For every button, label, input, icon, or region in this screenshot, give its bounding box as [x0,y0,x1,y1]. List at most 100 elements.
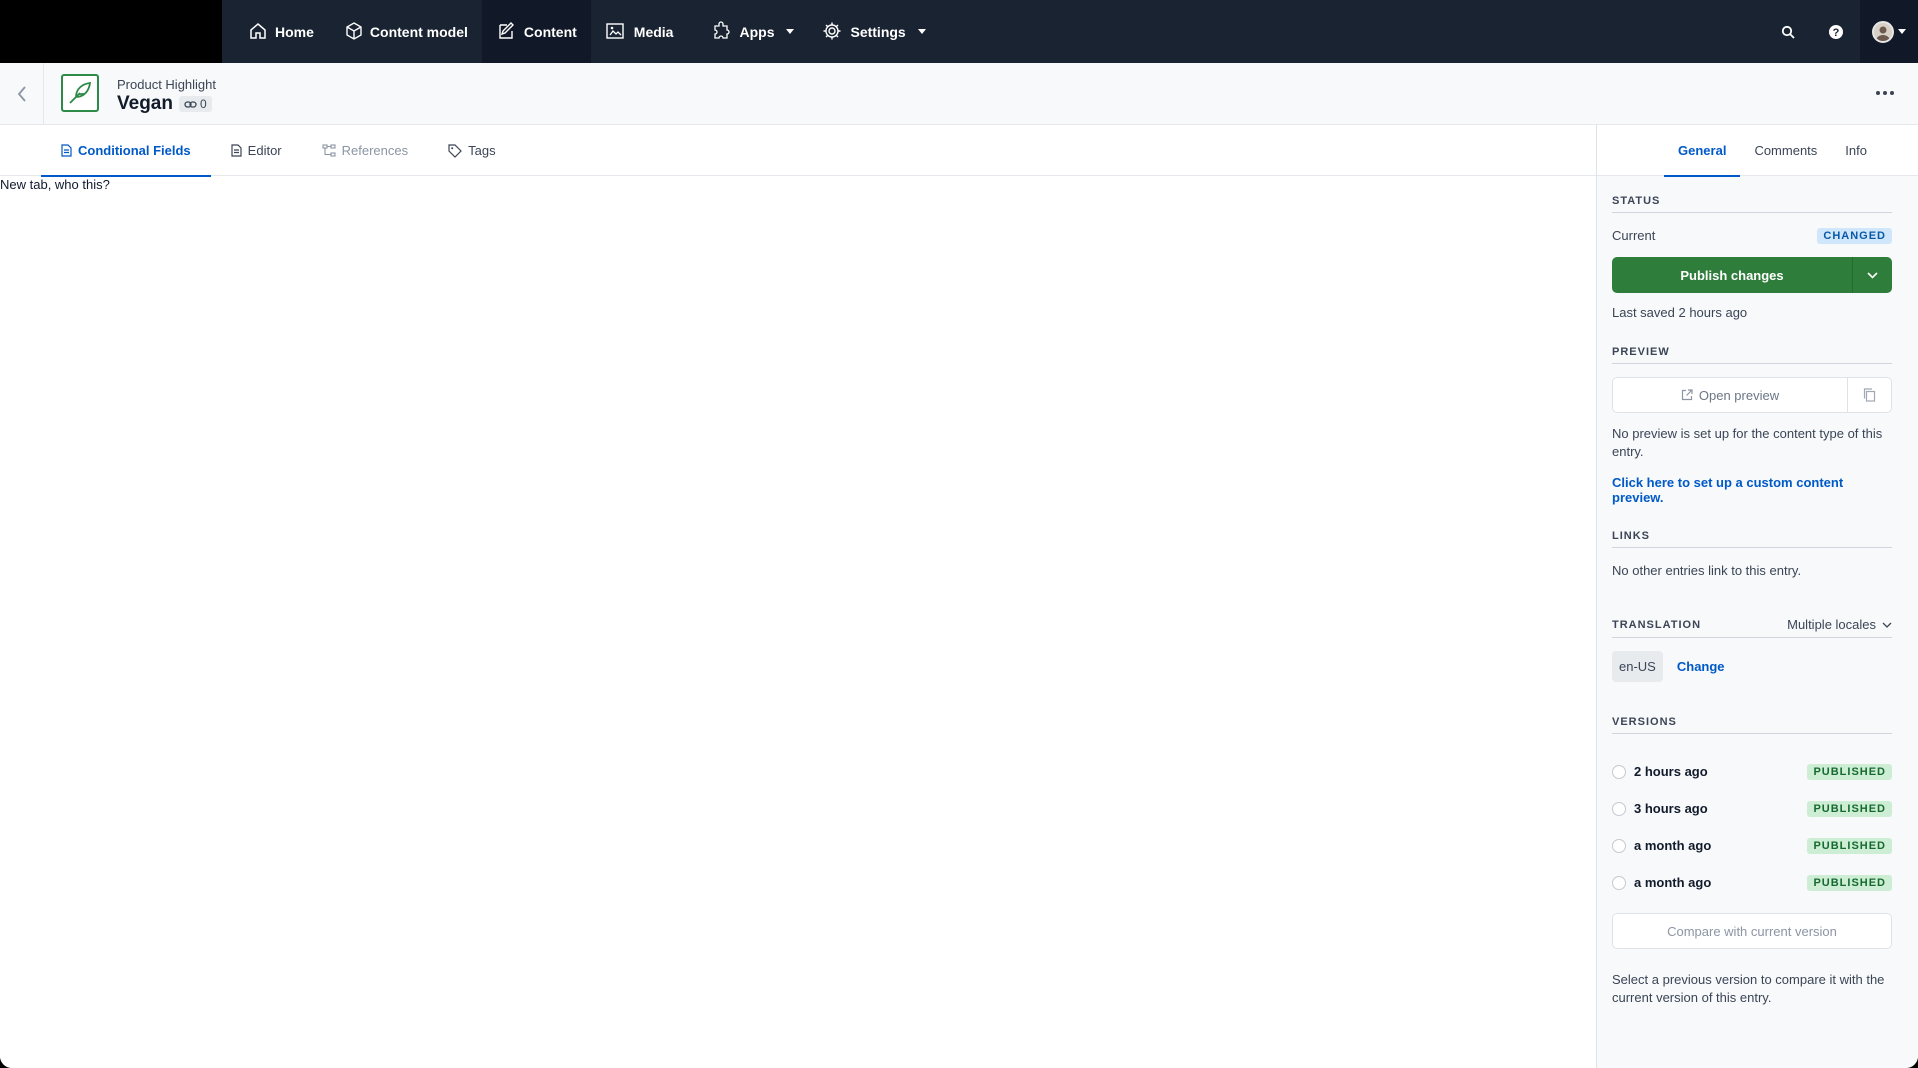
nav-content-model[interactable]: Content model [328,0,482,63]
account-menu-button[interactable] [1860,0,1918,63]
versions-list: 2 hours ago PUBLISHED 3 hours ago PUBLIS… [1612,753,1892,901]
publish-button[interactable]: Publish changes [1612,257,1892,293]
open-preview-button[interactable]: Open preview [1613,378,1848,412]
top-navigation: Home Content model Content Media Apps Se… [0,0,1918,63]
version-radio[interactable] [1612,875,1626,890]
locale-mode-select[interactable]: Multiple locales [1787,617,1892,632]
document-icon [61,144,72,157]
tab-tags[interactable]: Tags [428,125,515,176]
version-label: 2 hours ago [1634,764,1708,779]
back-button[interactable] [0,63,44,125]
setup-preview-link[interactable]: Click here to set up a custom content pr… [1612,475,1892,505]
avatar [1872,20,1894,43]
nav-content[interactable]: Content [481,0,591,63]
nav-apps-label: Apps [739,23,775,40]
version-status-badge: PUBLISHED [1807,874,1892,891]
sidebar-tabs: General Comments Info [1597,125,1918,177]
tab-label: References [341,143,409,158]
publish-label: Publish changes [1680,267,1784,283]
external-link-icon [1681,389,1693,401]
preview-controls: Open preview [1612,377,1892,413]
version-radio[interactable] [1612,801,1626,816]
versions-note: Select a previous version to compare it … [1612,972,1885,1005]
last-saved-text: Last saved 2 hours ago [1612,305,1748,320]
tab-label: Conditional Fields [78,143,191,158]
entry-sidebar: General Comments Info STATUS Current CHA… [1596,125,1918,1068]
search-icon [1781,25,1795,39]
version-status-badge: PUBLISHED [1807,800,1892,817]
help-button[interactable]: ? [1812,0,1860,63]
nav-apps[interactable]: Apps [687,0,808,63]
more-actions-button[interactable] [1872,83,1898,103]
content-model-icon [346,22,362,40]
editor-tabs: Conditional Fields Editor References Tag… [0,125,1596,177]
preview-note: No preview is set up for the content typ… [1612,426,1883,459]
chevron-down-icon [1898,29,1906,34]
feather-icon [69,81,92,104]
tab-editor[interactable]: Editor [211,125,302,176]
version-status-badge: PUBLISHED [1807,763,1892,780]
tab-references[interactable]: References [302,125,428,176]
nav-media-label: Media [633,23,674,40]
chevron-down-icon [1882,622,1892,628]
locale-row: en-US Change [1612,651,1892,682]
more-dot [1883,91,1887,95]
apps-icon [714,21,731,39]
links-heading: LINKS [1612,530,1892,548]
settings-icon [823,22,841,40]
version-row[interactable]: a month ago PUBLISHED [1612,864,1892,901]
incoming-links-badge[interactable]: 0 [178,96,212,112]
status-row: Current CHANGED [1612,227,1892,245]
sidebar-tab-general[interactable]: General [1664,125,1741,177]
versions-heading: VERSIONS [1612,716,1892,734]
preview-heading: PREVIEW [1612,346,1892,364]
chevron-down-icon [1867,271,1878,279]
publish-options-button[interactable] [1852,257,1892,293]
status-heading: STATUS [1612,195,1892,213]
chevron-down-icon [786,29,795,34]
content-icon [499,22,514,39]
entry-title: Vegan [117,93,173,114]
svg-text:?: ? [1833,27,1840,39]
nav-media[interactable]: Media [591,0,688,63]
more-dot [1876,91,1880,95]
more-dot [1890,91,1894,95]
tab-conditional-fields[interactable]: Conditional Fields [41,125,211,177]
status-badge: CHANGED [1817,228,1892,244]
app-window: Home Content model Content Media Apps Se… [0,0,1918,1068]
references-icon [322,144,336,157]
tab-label: Editor [247,143,282,158]
nav-settings[interactable]: Settings [808,0,939,63]
version-row[interactable]: 3 hours ago PUBLISHED [1612,790,1892,827]
sidebar-tab-comments[interactable]: Comments [1740,125,1831,176]
open-preview-label: Open preview [1698,387,1780,403]
version-radio[interactable] [1612,764,1626,779]
chevron-left-icon [17,86,26,102]
version-row[interactable]: a month ago PUBLISHED [1612,827,1892,864]
space-logo-area[interactable] [0,0,222,63]
media-icon [606,23,624,39]
nav-content-model-label: Content model [369,23,468,40]
tab-content-text: New tab, who this? [0,177,110,192]
change-locale-link[interactable]: Change [1677,659,1725,674]
compare-versions-button[interactable]: Compare with current version [1612,913,1892,949]
version-row[interactable]: 2 hours ago PUBLISHED [1612,753,1892,790]
copy-preview-button[interactable] [1848,378,1891,412]
entry-editor: Conditional Fields Editor References Tag… [0,125,1596,1068]
help-icon: ? [1829,24,1843,39]
content-type-name: Product Highlight [117,77,216,92]
link-count: 0 [199,97,207,111]
locale-mode-label: Multiple locales [1787,617,1876,632]
chevron-down-icon [917,29,926,34]
document-icon [231,144,242,157]
search-button[interactable] [1764,0,1812,63]
tab-label: Tags [468,143,496,158]
sidebar-tab-info[interactable]: Info [1831,125,1881,176]
links-note: No other entries link to this entry. [1612,563,1802,578]
nav-home[interactable]: Home [222,0,328,63]
content-type-icon [61,74,99,112]
nav-settings-label: Settings [850,23,906,40]
locale-chip: en-US [1612,651,1663,682]
version-radio[interactable] [1612,838,1626,853]
nav-home-label: Home [275,23,314,40]
